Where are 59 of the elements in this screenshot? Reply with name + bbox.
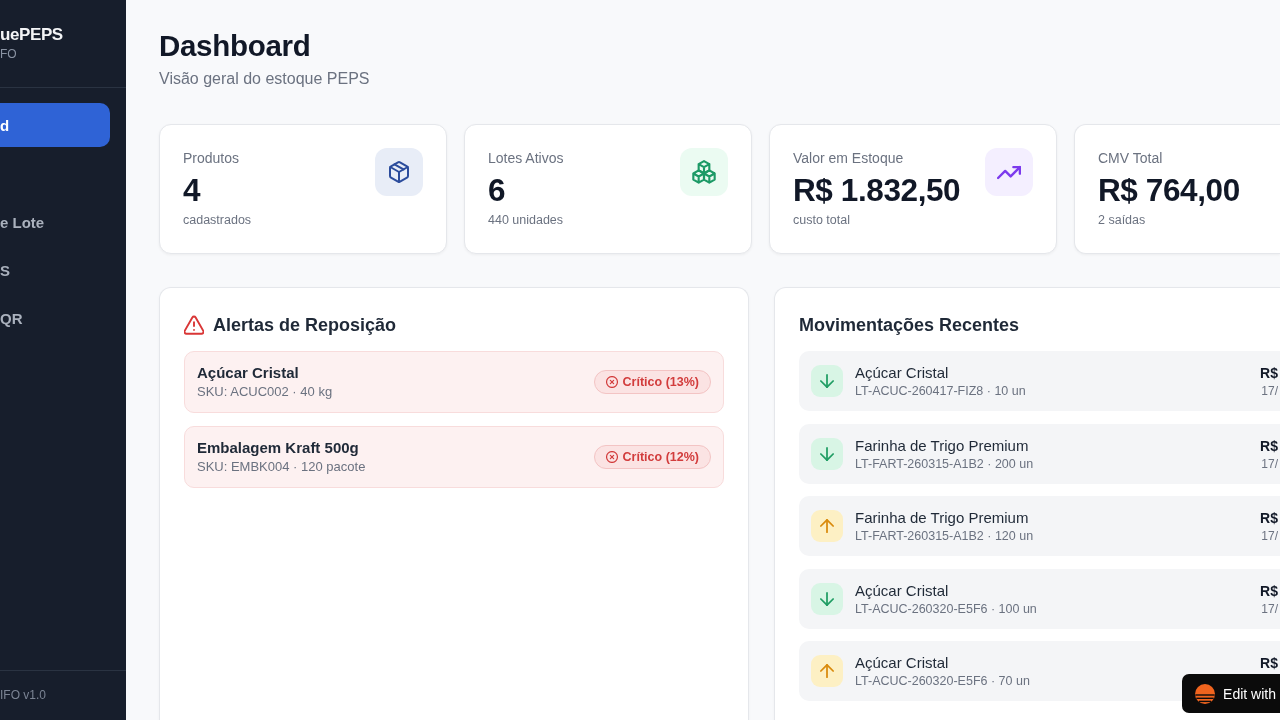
panel-title: Movimentações Recentes <box>799 314 1021 337</box>
version-text: IFO v1.0 <box>0 687 46 704</box>
cube-icon <box>375 148 423 196</box>
stat-label: Valor em Estoque <box>793 149 904 168</box>
date-text: 17/ <box>1261 528 1278 544</box>
amount-text: R$ <box>1260 436 1278 456</box>
stat-label: Produtos <box>183 149 240 168</box>
status-text: Crítico (13%) <box>622 374 699 390</box>
stat-caption: 2 saídas <box>1098 212 1146 229</box>
logo-subtitle: FO <box>0 46 17 62</box>
sku-text: SKU: EMBK004 · 120 pacote <box>197 458 366 476</box>
date-text: 17/ <box>1261 383 1278 399</box>
stat-label: Lotes Ativos <box>488 149 564 168</box>
stat-label: CMV Total <box>1098 149 1163 168</box>
amount-text: R$ <box>1260 364 1278 383</box>
panel-title: Alertas de Reposição <box>213 314 397 337</box>
amount-text: R$ <box>1260 581 1278 601</box>
logo-title: uePEPS <box>0 24 63 46</box>
arrow-up-icon <box>811 655 843 687</box>
stat-caption: 440 unidades <box>488 212 564 229</box>
product-name: Açúcar Cristal <box>855 653 949 673</box>
cubes-icon <box>680 148 728 196</box>
nav-item[interactable]: d <box>0 103 110 147</box>
lot-text: LT-FART-260315-A1B2 · 120 un <box>855 528 1034 544</box>
page-subtitle: Visão geral do estoque PEPS <box>159 69 370 89</box>
product-name: Açúcar Cristal <box>197 363 299 383</box>
date-text: 17/ <box>1261 455 1278 472</box>
stat-value: R$ 764,00 <box>1098 172 1240 208</box>
trend-up-icon <box>985 148 1033 196</box>
product-name: Farinha de Trigo Premium <box>855 508 1029 528</box>
product-name: Farinha de Trigo Premium <box>855 435 1029 456</box>
arrow-down-icon <box>811 365 843 397</box>
sku-text: SKU: ACUC002 · 40 kg <box>197 383 333 401</box>
stat-value: R$ 1.832,50 <box>793 172 961 208</box>
product-name: Açúcar Cristal <box>855 580 949 601</box>
page-title: Dashboard <box>159 28 311 64</box>
nav-item[interactable]: QR <box>0 296 110 340</box>
warning-icon <box>184 315 204 335</box>
striped-circle-icon <box>1195 683 1216 704</box>
status-text: Crítico (12%) <box>622 449 699 465</box>
nav-item[interactable]: S <box>0 248 110 292</box>
stat-value: 4 <box>183 172 201 208</box>
amount-text: R$ <box>1260 654 1278 673</box>
stat-caption: custo total <box>793 212 850 229</box>
date-text: 17/ <box>1261 600 1278 617</box>
lot-text: LT-FART-260315-A1B2 · 200 un <box>855 455 1034 472</box>
stat-value: 6 <box>488 172 506 208</box>
lot-text: LT-ACUC-260320-E5F6 · 70 un <box>855 673 1030 689</box>
arrow-down-icon <box>811 437 843 470</box>
nav-item[interactable]: e Lote <box>0 200 110 244</box>
edit-button[interactable]: Edit with <box>1182 674 1280 713</box>
amount-text: R$ <box>1260 509 1278 528</box>
arrow-up-icon <box>811 510 843 542</box>
arrow-down-icon <box>811 582 843 615</box>
stat-caption: cadastrados <box>183 212 252 229</box>
product-name: Açúcar Cristal <box>855 363 949 383</box>
product-name: Embalagem Kraft 500g <box>197 438 359 458</box>
lot-text: LT-ACUC-260320-E5F6 · 100 un <box>855 600 1037 617</box>
lot-text: LT-ACUC-260417-FIZ8 · 10 un <box>855 383 1026 399</box>
